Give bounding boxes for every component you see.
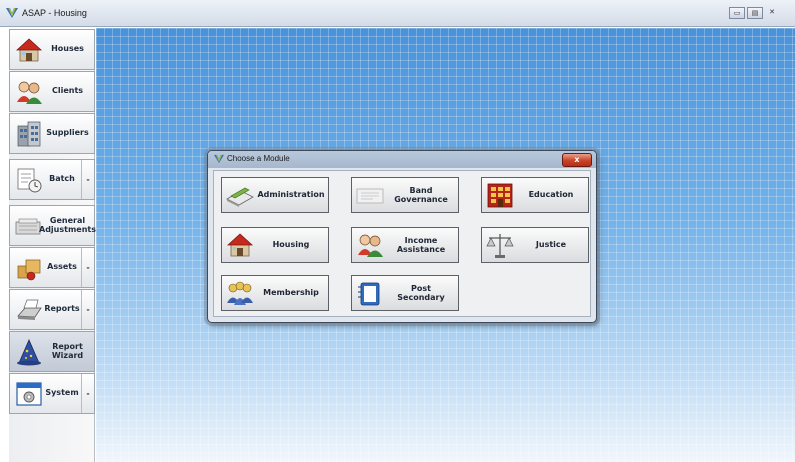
band-governance-icon [356, 188, 384, 204]
sidebar-item-expand[interactable]: - [81, 290, 94, 329]
membership-icon [227, 281, 253, 305]
house-icon [15, 38, 43, 62]
sidebar-item-general-adjustments[interactable]: General Adjustments [9, 205, 96, 246]
sidebar: Houses Clients Suppliers Batch - General… [9, 29, 96, 462]
sidebar-item-suppliers[interactable]: Suppliers [9, 113, 95, 154]
module-housing-button[interactable]: Housing [221, 227, 329, 263]
sidebar-item-label: Report Wizard [51, 341, 84, 360]
dialog-title: Choose a Module [227, 154, 290, 163]
house-icon [226, 233, 254, 257]
scales-icon [486, 234, 514, 258]
module-label: Administration [257, 190, 325, 200]
sidebar-item-label: Clients [51, 86, 84, 96]
module-label: Post Secondary [397, 283, 445, 302]
window-title: ASAP - Housing [22, 8, 87, 18]
dialog-titlebar[interactable]: Choose a Module x [208, 151, 596, 168]
boxes-icon [17, 259, 41, 281]
sidebar-item-report-wizard[interactable]: Report Wizard [9, 331, 95, 372]
dialog-close-button[interactable]: x [562, 153, 592, 167]
sidebar-item-label: Houses [51, 44, 84, 54]
choose-module-dialog: Choose a Module x Administration Band Go… [207, 150, 597, 323]
sidebar-item-label: Reports [44, 304, 80, 314]
app-logo-icon [6, 7, 18, 18]
sidebar-item-reports[interactable]: Reports - [9, 289, 95, 330]
module-label: Housing [272, 240, 310, 250]
sidebar-item-expand[interactable]: - [81, 374, 94, 413]
module-label: Education [528, 190, 574, 200]
app-logo-icon [214, 154, 224, 164]
module-label: Income Assistance [396, 235, 446, 254]
gear-window-icon [16, 382, 42, 406]
wizard-hat-icon [17, 338, 41, 366]
module-label: Justice [535, 240, 567, 250]
close-window-button[interactable]: ✕ [765, 7, 779, 19]
module-post-secondary-button[interactable]: Post Secondary [351, 275, 459, 311]
sidebar-item-system[interactable]: System - [9, 373, 95, 414]
sidebar-item-clients[interactable]: Clients [9, 71, 95, 112]
module-income-assistance-button[interactable]: Income Assistance [351, 227, 459, 263]
sidebar-item-expand[interactable]: - [81, 248, 94, 287]
printer-icon [17, 299, 42, 320]
module-education-button[interactable]: Education [481, 177, 589, 213]
people-icon [17, 81, 42, 104]
sidebar-item-label: System [45, 388, 79, 398]
sidebar-item-label: Batch [49, 174, 75, 184]
module-label: Membership [263, 288, 319, 298]
sidebar-item-label: General Adjustments [39, 215, 96, 234]
sidebar-item-label: Assets [47, 262, 77, 272]
window-controls: ▭ ▤ ✕ [729, 7, 779, 19]
education-icon [487, 183, 513, 208]
batch-clock-icon [17, 168, 42, 193]
administration-icon [226, 187, 254, 207]
sidebar-item-label: Suppliers [46, 128, 89, 138]
module-band-governance-button[interactable]: Band Governance [351, 177, 459, 213]
module-label: Band Governance [394, 185, 448, 204]
building-icon [17, 121, 41, 147]
sidebar-item-batch[interactable]: Batch - [9, 159, 95, 200]
dialog-body: Administration Band Governance Education [213, 170, 591, 317]
notebook-icon [358, 282, 380, 306]
module-membership-button[interactable]: Membership [221, 275, 329, 311]
sidebar-item-houses[interactable]: Houses [9, 29, 95, 70]
module-administration-button[interactable]: Administration [221, 177, 329, 213]
sidebar-item-expand[interactable]: - [81, 160, 94, 199]
people-icon [358, 234, 383, 257]
maximize-button[interactable]: ▤ [747, 7, 763, 19]
restore-button[interactable]: ▭ [729, 7, 745, 19]
module-justice-button[interactable]: Justice [481, 227, 589, 263]
window-titlebar: ASAP - Housing ▭ ▤ ✕ [0, 0, 795, 27]
sidebar-item-assets[interactable]: Assets - [9, 247, 95, 288]
